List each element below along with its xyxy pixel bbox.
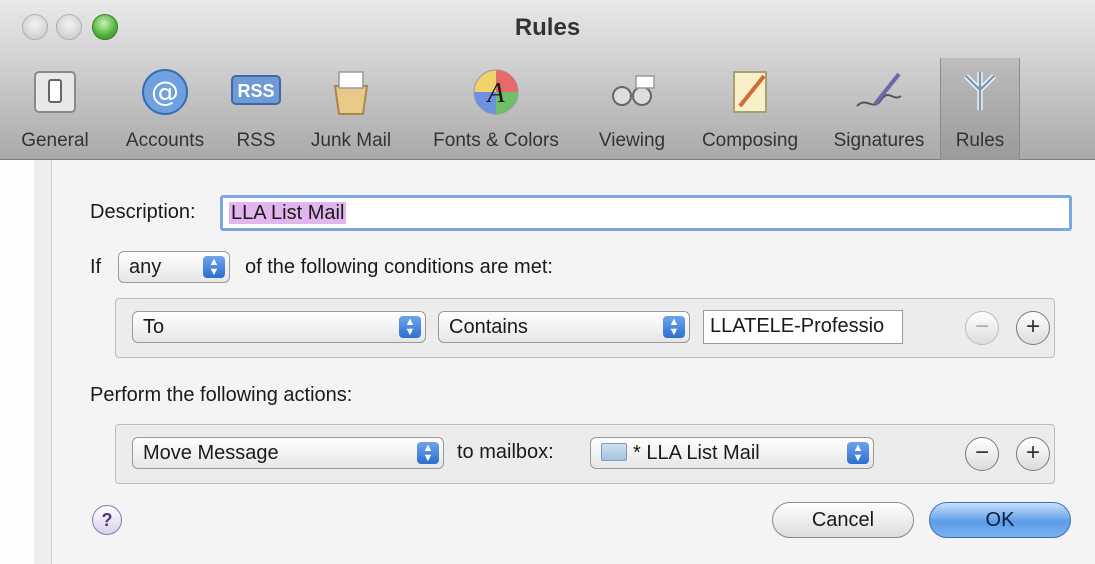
folder-icon bbox=[601, 443, 627, 461]
window-title: Rules bbox=[514, 14, 581, 41]
popup-arrows-icon: ▲ ▼ bbox=[399, 316, 421, 338]
tab-accounts-label: Accounts bbox=[125, 130, 205, 151]
remove-action-button[interactable]: − bbox=[965, 437, 999, 471]
tab-signatures[interactable]: Signatures bbox=[818, 58, 940, 160]
conditions-text: of the following conditions are met: bbox=[245, 256, 553, 278]
preferences-toolbar: General @ Accounts RSS RSS Junk Mail A F… bbox=[0, 58, 1095, 160]
tab-accounts[interactable]: @ Accounts bbox=[110, 58, 220, 160]
description-value: LLA List Mail bbox=[229, 202, 347, 224]
tab-rss[interactable]: RSS RSS bbox=[220, 58, 292, 160]
ok-button[interactable]: OK bbox=[929, 502, 1071, 538]
popup-arrows-icon: ▲ ▼ bbox=[663, 316, 685, 338]
svg-text:@: @ bbox=[151, 75, 179, 108]
tab-viewing[interactable]: Viewing bbox=[582, 58, 682, 160]
action-type-value: Move Message bbox=[143, 442, 279, 464]
actions-label: Perform the following actions: bbox=[90, 384, 353, 406]
tab-junk-mail-label: Junk Mail bbox=[310, 130, 392, 151]
tab-rss-label: RSS bbox=[236, 130, 276, 151]
match-type-value: any bbox=[129, 256, 162, 278]
tab-rules-label: Rules bbox=[955, 130, 1005, 151]
tab-viewing-label: Viewing bbox=[598, 130, 666, 151]
condition-field-popup[interactable]: To ▲ ▼ bbox=[132, 311, 426, 343]
mailbox-value: * LLA List Mail bbox=[633, 442, 760, 464]
popup-arrows-icon: ▲ ▼ bbox=[203, 256, 225, 278]
condition-value-field[interactable]: LLATELE-Professio bbox=[703, 310, 903, 344]
rules-icon bbox=[964, 72, 996, 110]
tab-general[interactable]: General bbox=[0, 58, 110, 160]
tab-fonts-colors[interactable]: A Fonts & Colors bbox=[410, 58, 582, 160]
add-action-button[interactable]: + bbox=[1016, 437, 1050, 471]
at-sign-icon: @ bbox=[142, 69, 188, 115]
tab-signatures-label: Signatures bbox=[833, 130, 925, 151]
to-mailbox-label: to mailbox: bbox=[457, 441, 554, 463]
viewing-glasses-icon bbox=[612, 75, 655, 106]
fonts-colors-icon: A bbox=[473, 69, 519, 115]
tab-composing-label: Composing bbox=[701, 130, 799, 151]
svg-text:A: A bbox=[485, 78, 505, 109]
if-label: If bbox=[90, 256, 102, 278]
action-type-popup[interactable]: Move Message ▲ ▼ bbox=[132, 437, 444, 469]
cancel-button[interactable]: Cancel bbox=[772, 502, 914, 538]
tab-rules[interactable]: Rules bbox=[940, 58, 1020, 160]
composing-pencil-icon bbox=[733, 71, 767, 113]
match-type-popup[interactable]: any ▲ ▼ bbox=[118, 251, 230, 283]
description-field[interactable]: LLA List Mail bbox=[220, 195, 1072, 231]
tab-composing[interactable]: Composing bbox=[682, 58, 818, 160]
signature-pen-icon bbox=[856, 72, 902, 107]
popup-arrows-icon: ▲ ▼ bbox=[847, 442, 869, 464]
junk-mail-icon bbox=[333, 71, 369, 115]
description-label: Description: bbox=[90, 201, 196, 223]
remove-condition-button[interactable]: − bbox=[965, 311, 999, 345]
add-condition-button[interactable]: + bbox=[1016, 311, 1050, 345]
svg-text:RSS: RSS bbox=[237, 81, 274, 101]
title-bar: Rules bbox=[0, 0, 1095, 58]
popup-arrows-icon: ▲ ▼ bbox=[417, 442, 439, 464]
condition-operator-value: Contains bbox=[449, 316, 528, 338]
help-button[interactable]: ? bbox=[92, 505, 122, 535]
general-switch-icon bbox=[34, 71, 76, 113]
condition-operator-popup[interactable]: Contains ▲ ▼ bbox=[438, 311, 690, 343]
tab-general-label: General bbox=[21, 130, 89, 151]
tab-junk-mail[interactable]: Junk Mail bbox=[292, 58, 410, 160]
tab-fonts-colors-label: Fonts & Colors bbox=[433, 130, 559, 151]
rules-list-edge bbox=[34, 160, 52, 564]
condition-field-value: To bbox=[143, 316, 165, 338]
rss-icon: RSS bbox=[231, 75, 281, 105]
mailbox-popup[interactable]: * LLA List Mail ▲ ▼ bbox=[590, 437, 874, 469]
